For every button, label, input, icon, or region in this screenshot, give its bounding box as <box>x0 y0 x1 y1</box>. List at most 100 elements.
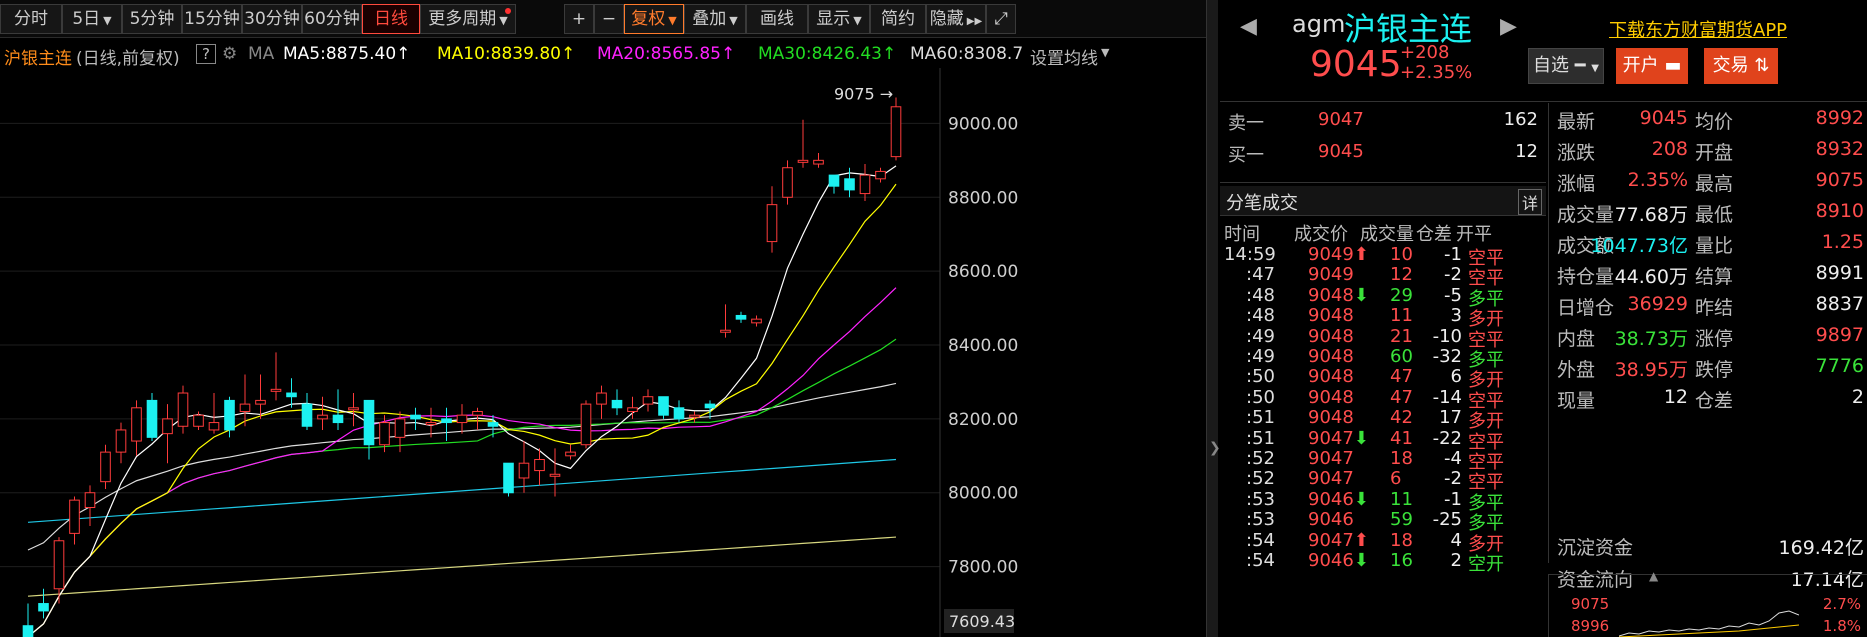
candle-up <box>565 451 576 457</box>
stat-value: 44.60万 <box>1614 266 1688 288</box>
trade-price: 9048 <box>1308 366 1354 388</box>
ma-settings-button[interactable]: 设置均线 ▼ <box>1030 44 1109 69</box>
candle-up <box>875 170 886 180</box>
trade-volume: 16 <box>1390 550 1413 571</box>
candle-up <box>177 392 189 427</box>
trade-volume: 42 <box>1390 407 1413 429</box>
stat-value: 8991 <box>1815 262 1864 284</box>
trade-volume: 21 <box>1390 325 1413 347</box>
stat-label: 内盘 <box>1557 328 1596 350</box>
trade-oi: 4 <box>1450 529 1462 551</box>
hide-button[interactable]: 隐藏 ▶▶ <box>926 4 986 34</box>
candle-up <box>394 418 406 438</box>
bid-volume: 12 <box>1515 141 1538 162</box>
zoom-out-button[interactable]: − <box>594 4 624 34</box>
mini-high: 9075 <box>1571 595 1610 613</box>
trade-price: 9048 <box>1308 305 1354 327</box>
stat-label: 开盘 <box>1695 142 1734 164</box>
trade-volume: 41 <box>1390 427 1413 449</box>
period-15min[interactable]: 15分钟 <box>182 4 242 34</box>
capital-value: 169.42亿 <box>1778 537 1864 559</box>
trade-oi: -10 <box>1432 325 1462 347</box>
period-60min[interactable]: 60分钟 <box>302 4 362 34</box>
trade-oi: -2 <box>1444 468 1462 490</box>
candle-up <box>689 414 700 418</box>
fullscreen-icon[interactable]: ⤢ <box>986 4 1016 34</box>
candle-up <box>348 407 359 411</box>
capital-label: 沉淀资金 <box>1557 537 1634 559</box>
open-account-button[interactable]: 开户 ▬ <box>1616 48 1688 84</box>
help-button[interactable]: ? <box>196 44 216 64</box>
candle-up <box>534 459 545 472</box>
quote-panel: ◀ agm 沪银主连 ▶ 下载东方财富期货APP 9045 +208 +2.35… <box>1220 0 1867 637</box>
trade-volume: 47 <box>1390 386 1413 408</box>
stat-value: 8932 <box>1815 138 1864 160</box>
zoom-in-button[interactable]: + <box>564 4 594 34</box>
trade-oi: -1 <box>1444 488 1462 510</box>
collapse-arrow-icon[interactable]: ❯ <box>1209 440 1221 456</box>
download-app-link[interactable]: 下载东方财富期货APP <box>1609 16 1787 42</box>
next-symbol-arrow-icon[interactable]: ▶ <box>1500 14 1517 39</box>
col-volume: 成交量 <box>1360 224 1414 245</box>
trade-oi: 3 <box>1450 305 1462 327</box>
stat-value: 208 <box>1651 138 1688 160</box>
trade-time: :48 <box>1246 305 1275 327</box>
period-daily[interactable]: 日线 <box>362 4 420 34</box>
candle-down <box>410 414 421 420</box>
ma120-line <box>27 458 897 523</box>
prev-symbol-arrow-icon[interactable]: ◀ <box>1240 14 1257 39</box>
ma20-value: MA20:8565.85↑ <box>597 44 736 64</box>
stat-label: 仓差 <box>1695 390 1734 412</box>
period-5min[interactable]: 5分钟 <box>122 4 182 34</box>
candle-up <box>131 407 142 442</box>
candle-down <box>503 462 514 494</box>
kline-chart[interactable]: 9000.00 8800.00 8600.00 8400.00 8200.00 8000.… <box>0 68 1206 637</box>
trade-volume: 60 <box>1390 346 1413 367</box>
stat-row-capital: 沉淀资金 169.42亿 <box>1549 529 1867 565</box>
period-intraday[interactable]: 分时 <box>0 4 62 34</box>
gear-icon[interactable]: ⚙ <box>222 44 237 64</box>
trade-time: :47 <box>1246 264 1275 286</box>
candle-up <box>813 159 824 165</box>
ticks-detail-button[interactable]: 详 <box>1517 189 1542 215</box>
trade-volume: 18 <box>1390 529 1413 551</box>
trade-oi: 6 <box>1450 366 1462 388</box>
ma30-value: MA30:8426.43↑ <box>758 44 897 64</box>
stat-value: 2.35% <box>1627 169 1688 191</box>
candle-down <box>735 314 747 320</box>
period-30min[interactable]: 30分钟 <box>242 4 302 34</box>
watchlist-button[interactable]: 自选 ━ ▼ <box>1528 48 1604 84</box>
candle-up <box>797 159 809 163</box>
trade-oi: -14 <box>1432 386 1462 408</box>
stats-table: 最新 9045 均价 8992 涨跌 208 开盘 8932 涨幅 2.35% 最高 9075 成交量 7… <box>1548 103 1867 591</box>
trade-volume: 10 <box>1390 244 1413 265</box>
candle-up <box>208 422 220 431</box>
bid-label: 买一 <box>1228 145 1264 166</box>
candle-up <box>425 422 437 426</box>
candle-down <box>301 403 313 427</box>
period-5day[interactable]: 5日 ▼ <box>62 4 122 34</box>
stat-label: 涨停 <box>1695 328 1734 350</box>
stat-value: 12 <box>1663 386 1688 408</box>
col-type: 开平 <box>1456 224 1492 245</box>
trade-volume: 11 <box>1390 488 1413 510</box>
simple-button[interactable]: 简约 <box>870 4 926 34</box>
draw-button[interactable]: 画线 <box>746 4 808 34</box>
stat-label: 涨跌 <box>1557 142 1596 164</box>
display-button[interactable]: 显示 ▼ <box>808 4 870 34</box>
stat-value: 1.25 <box>1821 231 1864 253</box>
expand-arrow-icon[interactable]: ▲ <box>1649 569 1658 583</box>
mini-intraday-chart[interactable]: ▲ 9075 8996 2.7% 1.8% <box>1548 569 1867 637</box>
trade-price: 9048 <box>1308 325 1354 347</box>
overlay-button[interactable]: 叠加 ▼ <box>684 4 746 34</box>
trade-button[interactable]: 交易 ⇅ <box>1704 48 1778 84</box>
stat-value: 38.95万 <box>1614 359 1688 381</box>
ticks-column-headers: 时间 成交价 成交量 仓差 开平 <box>1220 220 1546 245</box>
panel-splitter[interactable]: ❯ <box>1206 0 1221 637</box>
adjust-button[interactable]: 复权 ▼ <box>624 4 684 34</box>
stat-value: 8910 <box>1815 200 1864 222</box>
trade-price: 9049⬆ <box>1308 244 1369 265</box>
stat-row: 现量 12 仓差 2 <box>1549 382 1867 418</box>
period-more[interactable]: 更多周期 ▼ <box>420 4 516 34</box>
trade-oi: -32 <box>1432 346 1462 367</box>
